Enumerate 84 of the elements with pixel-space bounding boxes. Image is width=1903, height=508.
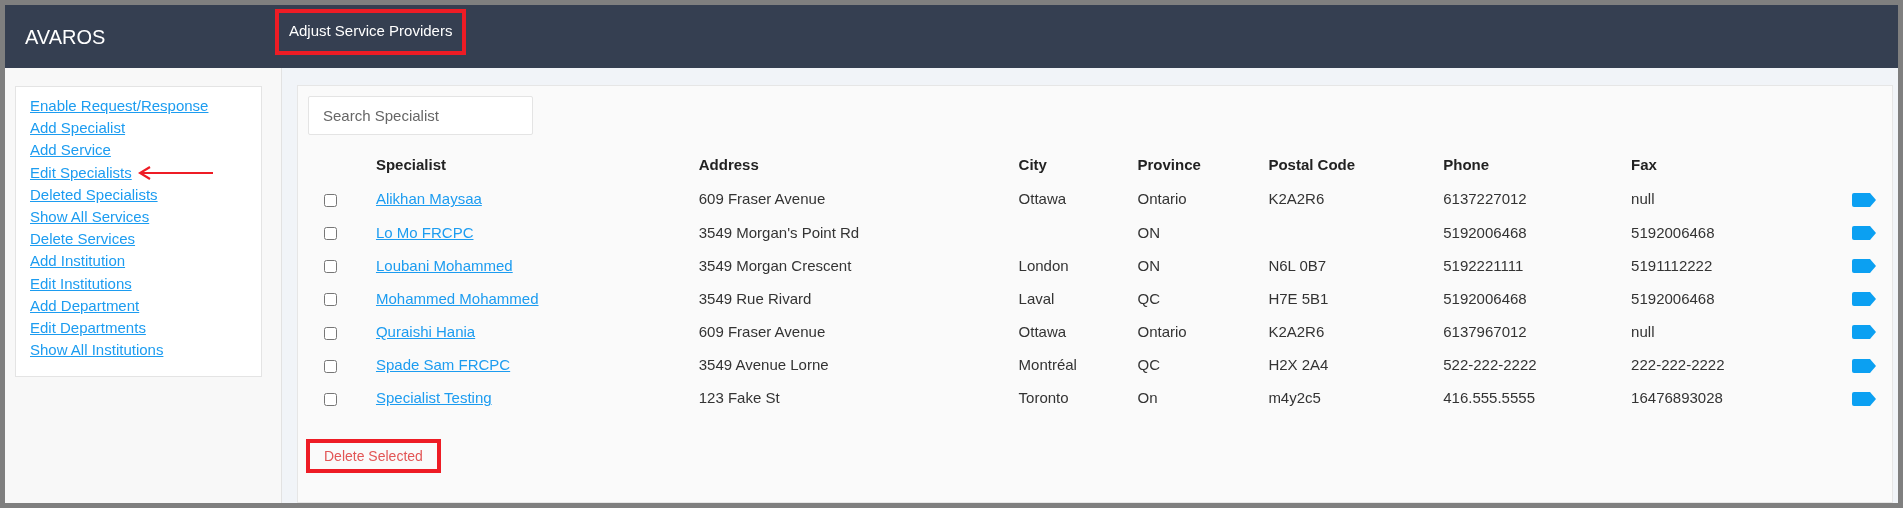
- column-header: Specialist: [375, 155, 446, 173]
- table-cell: Montréal: [1018, 356, 1077, 374]
- specialist-link[interactable]: Spade Sam FRCPC: [375, 356, 511, 374]
- search-field[interactable]: Search Specialist: [308, 96, 533, 135]
- table-cell: 6137967012: [1443, 323, 1527, 341]
- table-cell: 5192006468: [1443, 223, 1527, 241]
- table-cell: 3549 Morgan Crescent: [698, 256, 852, 274]
- column-header: Phone: [1443, 155, 1490, 173]
- sidebar-link[interactable]: Edit Institutions: [30, 274, 132, 293]
- tag-icon[interactable]: [1851, 391, 1876, 406]
- table-cell: Ontario: [1137, 323, 1187, 341]
- table-cell: 522-222-2222: [1443, 356, 1537, 374]
- column-header: City: [1018, 155, 1047, 173]
- column-header: Fax: [1631, 155, 1657, 173]
- row-checkbox[interactable]: [324, 359, 337, 373]
- table-cell: London: [1018, 256, 1069, 274]
- sidebar-link[interactable]: Add Specialist: [30, 119, 126, 138]
- table-cell: 6137227012: [1443, 190, 1527, 208]
- specialist-link[interactable]: Specialist Testing: [375, 389, 492, 407]
- table-cell: 609 Fraser Avenue: [698, 323, 826, 341]
- table-cell: null: [1631, 190, 1655, 208]
- table-cell: 5192006468: [1443, 289, 1527, 307]
- row-checkbox[interactable]: [324, 293, 337, 307]
- table-cell: 609 Fraser Avenue: [698, 190, 826, 208]
- table-cell: 5191112222: [1631, 256, 1713, 274]
- specialist-link[interactable]: Quraishi Hania: [375, 323, 476, 341]
- table-cell: N6L 0B7: [1268, 256, 1327, 274]
- tag-icon[interactable]: [1851, 258, 1876, 273]
- table-cell: 416.555.5555: [1443, 389, 1535, 407]
- table-cell: ON: [1137, 223, 1160, 241]
- tag-icon[interactable]: [1851, 292, 1876, 307]
- table-cell: ON: [1137, 256, 1160, 274]
- table-cell: 3549 Avenue Lorne: [698, 356, 829, 374]
- tag-icon[interactable]: [1851, 325, 1876, 340]
- specialist-link[interactable]: Mohammed Mohammed: [375, 289, 539, 307]
- table-cell: 123 Fake St: [698, 389, 780, 407]
- table-cell: 3549 Morgan's Point Rd: [698, 223, 860, 241]
- table-cell: H2X 2A4: [1268, 356, 1329, 374]
- row-checkbox[interactable]: [324, 326, 337, 340]
- sidebar-link[interactable]: Add Department: [30, 296, 140, 315]
- sidebar-link[interactable]: Deleted Specialists: [30, 185, 158, 204]
- table-cell: 222-222-2222: [1631, 356, 1725, 374]
- table-cell: QC: [1137, 289, 1160, 307]
- table-cell: Ontario: [1137, 190, 1187, 208]
- column-header: Address: [698, 155, 759, 173]
- delete-selected-button[interactable]: Delete Selected: [306, 439, 441, 474]
- sidebar-link[interactable]: Add Service: [30, 141, 111, 160]
- sidebar-link[interactable]: Edit Specialists: [30, 163, 132, 182]
- table-cell: K2A2R6: [1268, 323, 1325, 341]
- column-header: Province: [1137, 155, 1201, 173]
- table-cell: K2A2R6: [1268, 190, 1325, 208]
- sidebar-link[interactable]: Show All Institutions: [30, 341, 164, 360]
- table-cell: m4y2c5: [1268, 389, 1321, 407]
- specialist-link[interactable]: Loubani Mohammed: [375, 256, 513, 274]
- table-cell: Toronto: [1018, 389, 1069, 407]
- sidebar-link[interactable]: Delete Services: [30, 230, 136, 249]
- sidebar-link[interactable]: Enable Request/Response: [30, 97, 209, 116]
- specialist-link[interactable]: Lo Mo FRCPC: [375, 223, 474, 241]
- table-cell: 5192006468: [1631, 223, 1715, 241]
- row-checkbox[interactable]: [324, 393, 337, 406]
- specialist-link[interactable]: Alikhan Maysaa: [375, 190, 482, 208]
- table-cell: 5192006468: [1631, 289, 1715, 307]
- table-cell: 3549 Rue Rivard: [698, 289, 812, 307]
- row-checkbox[interactable]: [324, 260, 337, 274]
- table-cell: QC: [1137, 356, 1160, 374]
- sidebar-link[interactable]: Add Institution: [30, 252, 126, 271]
- table-cell: Ottawa: [1018, 323, 1067, 341]
- column-header: Postal Code: [1268, 155, 1356, 173]
- brand-logo: AVAROS: [25, 24, 107, 50]
- table-cell: 5192221111: [1443, 256, 1524, 274]
- row-checkbox[interactable]: [324, 227, 337, 241]
- table-cell: On: [1137, 389, 1158, 407]
- tag-icon[interactable]: [1851, 225, 1876, 240]
- table-cell: H7E 5B1: [1268, 289, 1329, 307]
- tag-icon[interactable]: [1851, 192, 1876, 207]
- table-cell: 16476893028: [1631, 389, 1723, 407]
- table-cell: Ottawa: [1018, 190, 1067, 208]
- sidebar-link[interactable]: Show All Services: [30, 208, 150, 227]
- row-checkbox[interactable]: [324, 193, 337, 207]
- table-cell: null: [1631, 323, 1655, 341]
- page-title: Adjust Service Providers: [275, 8, 467, 55]
- table-cell: Laval: [1018, 289, 1055, 307]
- sidebar-link[interactable]: Edit Departments: [30, 318, 146, 337]
- tag-icon[interactable]: [1851, 358, 1876, 373]
